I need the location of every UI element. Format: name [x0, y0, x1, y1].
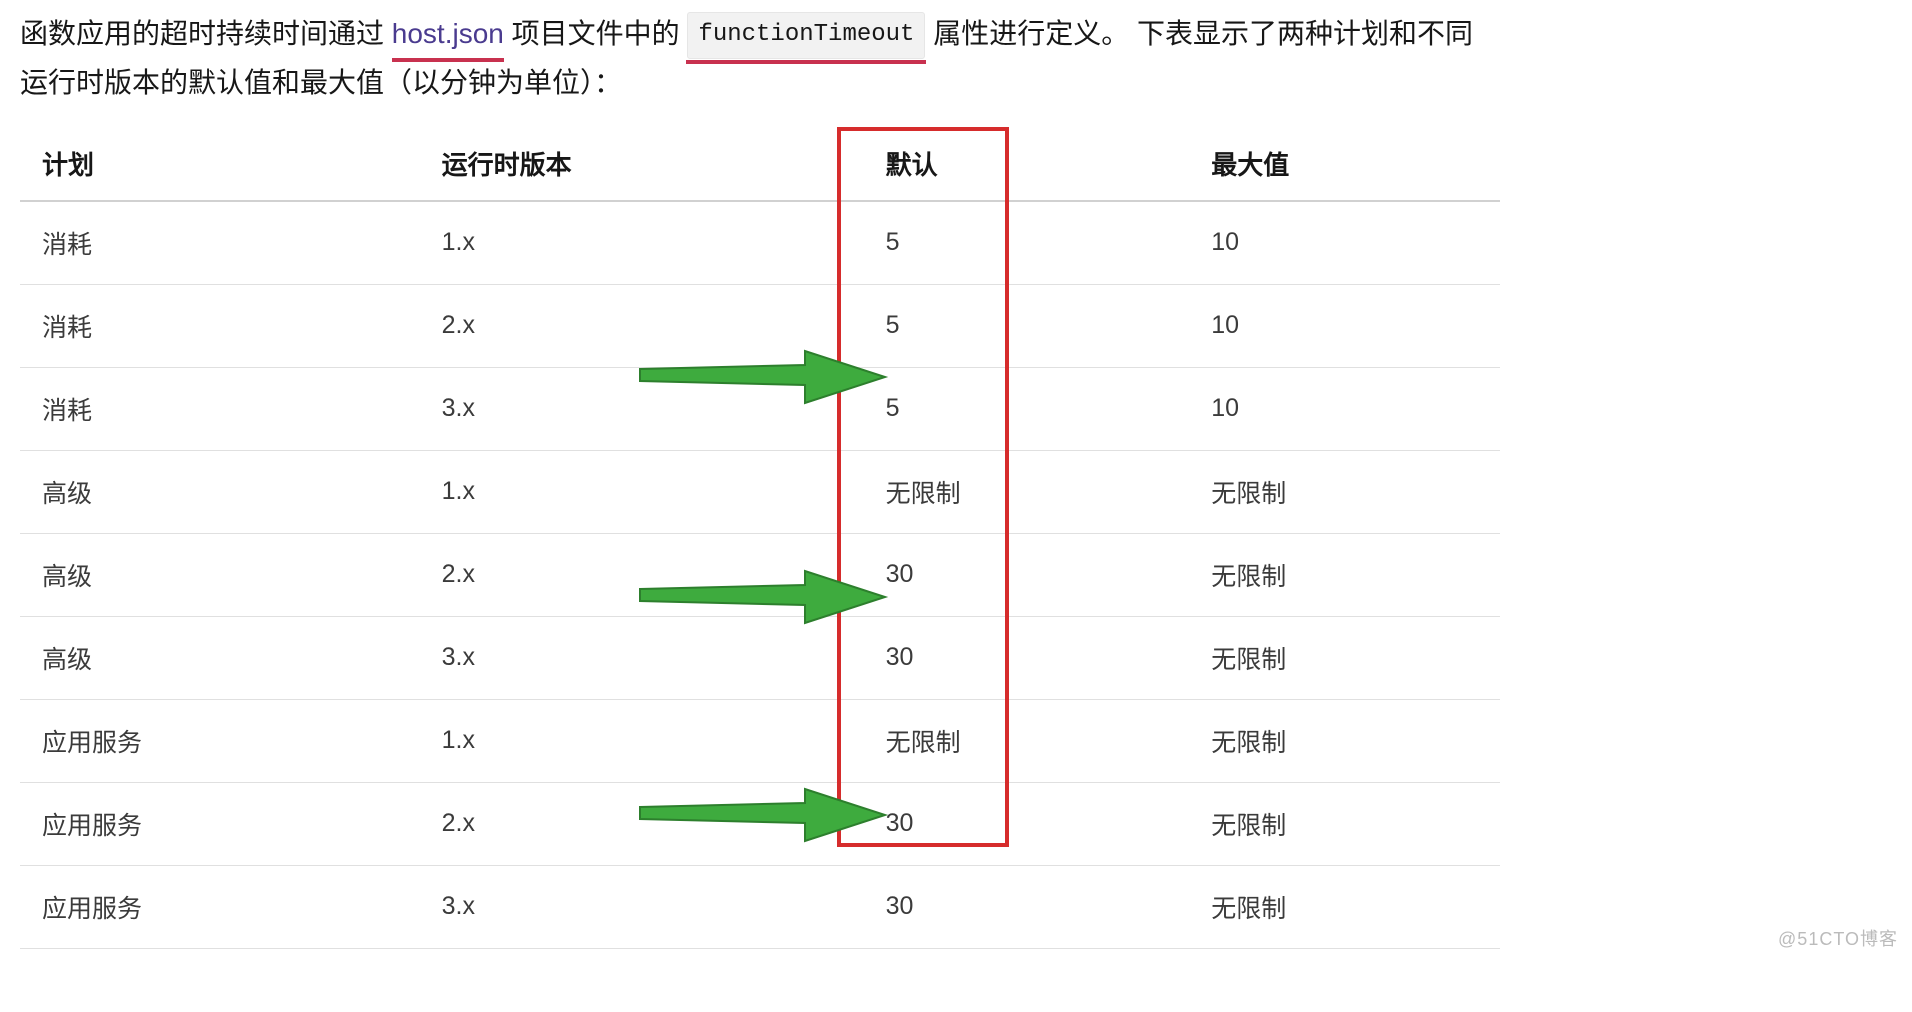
hostjson-link[interactable]: host.json	[392, 10, 504, 58]
cell-version: 2.x	[420, 782, 864, 865]
cell-plan: 应用服务	[20, 699, 420, 782]
cell-version: 1.x	[420, 201, 864, 285]
cell-plan: 应用服务	[20, 782, 420, 865]
header-version: 运行时版本	[420, 127, 864, 201]
table-row: 应用服务2.x30无限制	[20, 782, 1500, 865]
table-row: 高级1.x无限制无限制	[20, 450, 1500, 533]
table-row: 消耗1.x510	[20, 201, 1500, 285]
timeout-table: 计划 运行时版本 默认 最大值 消耗1.x510消耗2.x510消耗3.x510…	[20, 127, 1500, 949]
cell-plan: 消耗	[20, 284, 420, 367]
cell-plan: 高级	[20, 450, 420, 533]
cell-plan: 应用服务	[20, 865, 420, 948]
cell-version: 2.x	[420, 284, 864, 367]
cell-version: 1.x	[420, 450, 864, 533]
header-default: 默认	[864, 127, 1190, 201]
cell-plan: 消耗	[20, 201, 420, 285]
watermark-text: @51CTO博客	[1778, 925, 1898, 951]
cell-plan: 高级	[20, 616, 420, 699]
cell-default: 5	[864, 367, 1190, 450]
table-row: 消耗2.x510	[20, 284, 1500, 367]
table-header-row: 计划 运行时版本 默认 最大值	[20, 127, 1500, 201]
table-row: 应用服务3.x30无限制	[20, 865, 1500, 948]
cell-default: 无限制	[864, 450, 1190, 533]
header-plan: 计划	[20, 127, 420, 201]
cell-default: 5	[864, 284, 1190, 367]
intro-mid1: 项目文件中的	[512, 18, 688, 49]
cell-max: 无限制	[1189, 616, 1500, 699]
cell-plan: 高级	[20, 533, 420, 616]
function-timeout-code: functionTimeout	[687, 12, 925, 59]
cell-default: 30	[864, 782, 1190, 865]
table-container: 计划 运行时版本 默认 最大值 消耗1.x510消耗2.x510消耗3.x510…	[20, 127, 1500, 949]
intro-prefix: 函数应用的超时持续时间通过	[20, 18, 392, 49]
intro-paragraph: 函数应用的超时持续时间通过 host.json 项目文件中的 functionT…	[20, 10, 1500, 107]
cell-default: 30	[864, 533, 1190, 616]
table-row: 消耗3.x510	[20, 367, 1500, 450]
cell-version: 2.x	[420, 533, 864, 616]
cell-max: 10	[1189, 284, 1500, 367]
cell-max: 无限制	[1189, 450, 1500, 533]
cell-max: 无限制	[1189, 865, 1500, 948]
cell-max: 无限制	[1189, 782, 1500, 865]
table-row: 高级3.x30无限制	[20, 616, 1500, 699]
cell-default: 无限制	[864, 699, 1190, 782]
cell-version: 1.x	[420, 699, 864, 782]
cell-max: 无限制	[1189, 699, 1500, 782]
cell-plan: 消耗	[20, 367, 420, 450]
cell-max: 10	[1189, 201, 1500, 285]
cell-default: 30	[864, 865, 1190, 948]
cell-version: 3.x	[420, 865, 864, 948]
cell-version: 3.x	[420, 616, 864, 699]
cell-max: 10	[1189, 367, 1500, 450]
cell-default: 5	[864, 201, 1190, 285]
header-max: 最大值	[1189, 127, 1500, 201]
table-row: 应用服务1.x无限制无限制	[20, 699, 1500, 782]
cell-default: 30	[864, 616, 1190, 699]
table-row: 高级2.x30无限制	[20, 533, 1500, 616]
cell-version: 3.x	[420, 367, 864, 450]
cell-max: 无限制	[1189, 533, 1500, 616]
